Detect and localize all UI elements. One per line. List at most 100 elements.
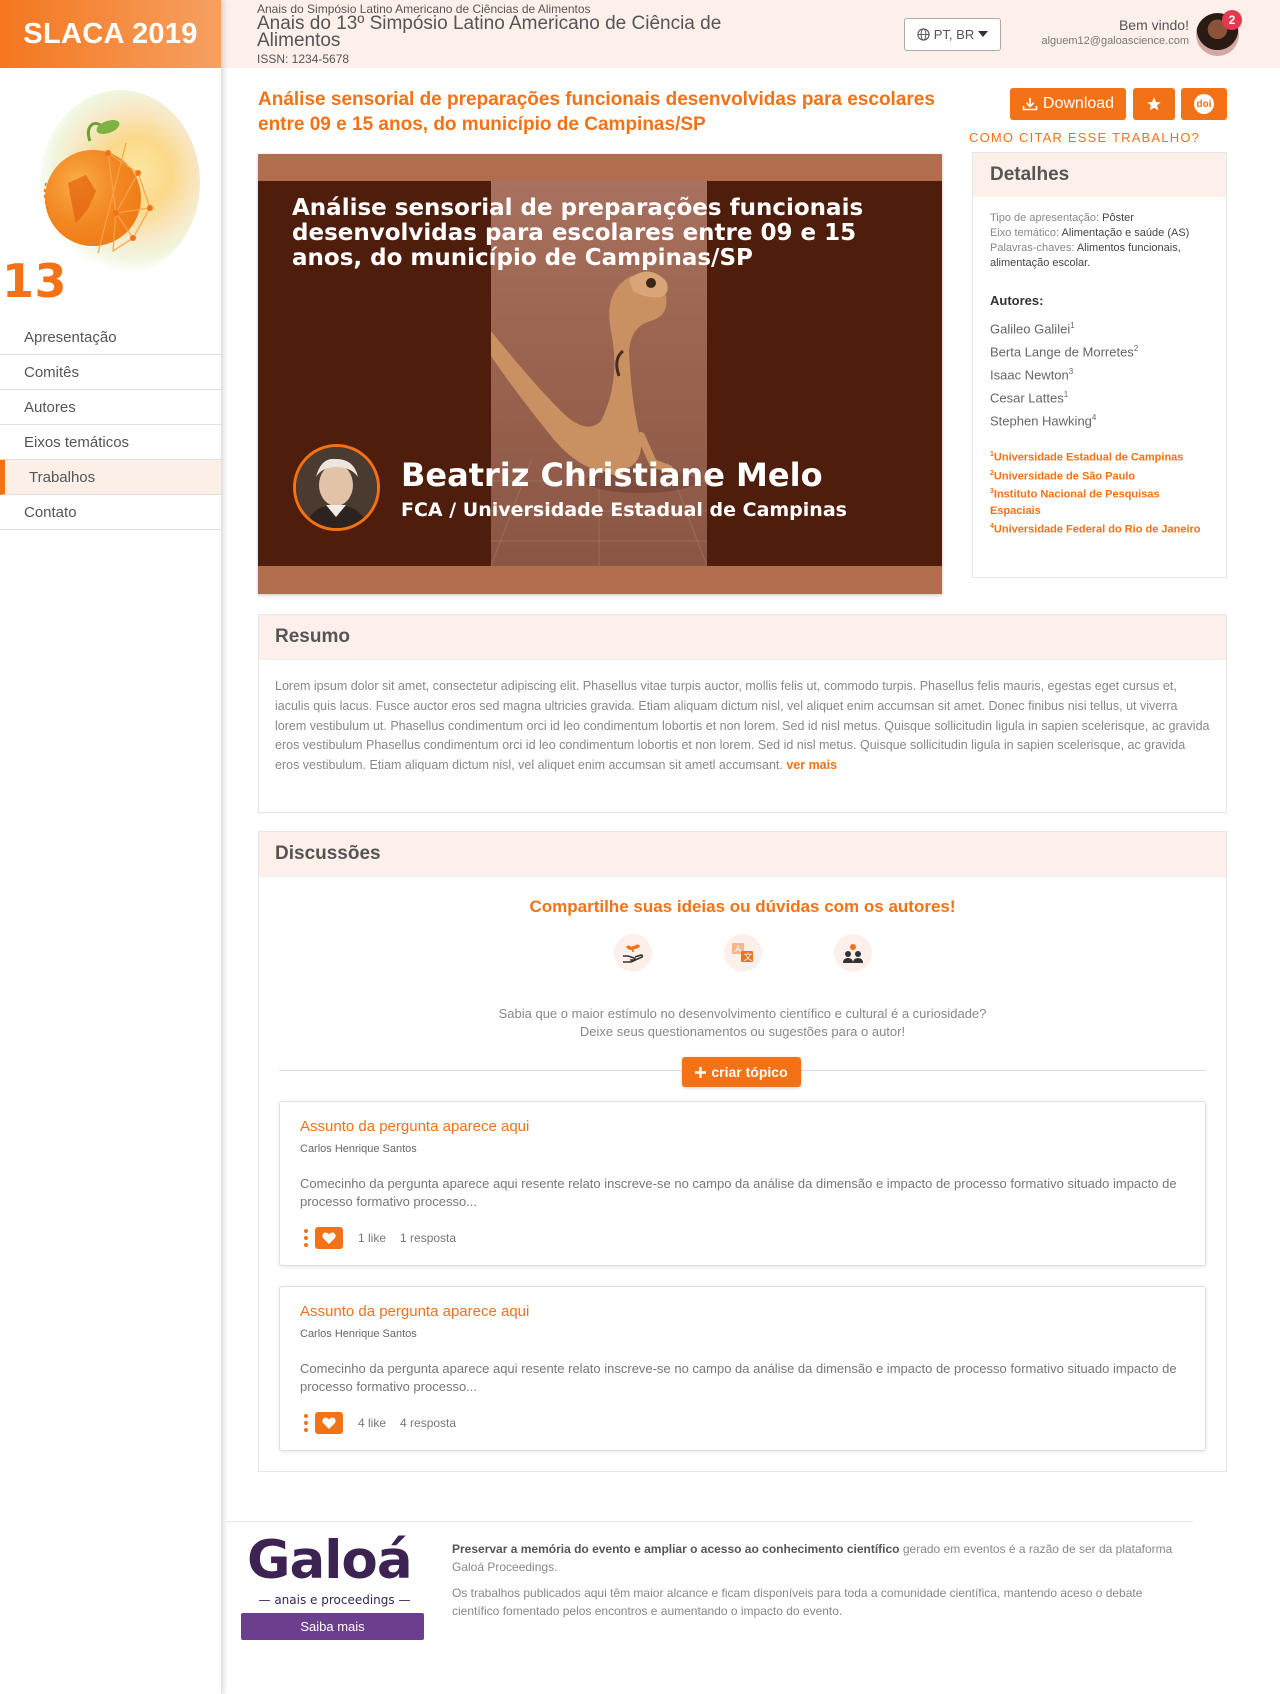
topic-title[interactable]: Assunto da pergunta aparece aqui: [300, 1118, 529, 1135]
orange-globe-icon: [43, 120, 153, 254]
topic-body: Comecinho da pergunta aparece aqui resen…: [300, 1176, 1177, 1209]
notification-badge[interactable]: 2: [1222, 10, 1242, 30]
poster-viewer[interactable]: Análise sensorial de preparações funcion…: [258, 154, 942, 594]
footer-paragraph-2: Os trabalhos publicados aqui têm maior a…: [452, 1586, 1143, 1618]
like-button[interactable]: [315, 1412, 343, 1434]
nav-item-comites[interactable]: Comitês: [0, 355, 221, 390]
type-label: Tipo de apresentação:: [990, 212, 1100, 224]
globe-icon: [917, 28, 930, 41]
discussions-subtext: Sabia que o maior estímulo no desenvolvi…: [259, 1005, 1226, 1041]
hand-plant-icon: [613, 934, 652, 972]
like-count: 1 like: [358, 1231, 387, 1245]
doi-icon: doi: [1194, 94, 1214, 114]
favorite-button[interactable]: [1133, 88, 1175, 120]
reply-count[interactable]: 1 resposta: [400, 1231, 456, 1245]
presenter-portrait: [296, 447, 377, 528]
topic-author: Carlos Henrique Santos: [300, 1143, 417, 1155]
like-count: 4 like: [358, 1416, 387, 1430]
discussions-heading: Discussões: [259, 832, 1226, 877]
topic-card[interactable]: Assunto da pergunta aparece aqui Carlos …: [279, 1286, 1206, 1451]
user-email: alguem12@galoascience.com: [1041, 35, 1189, 47]
nav-item-trabalhos[interactable]: Trabalhos: [0, 460, 221, 495]
sidebar: SLACA 2019 13 SLACA Apresentação Comitês…: [0, 0, 221, 1694]
star-icon: [1147, 97, 1161, 111]
heart-icon: [322, 1417, 336, 1429]
discussions-cta: Compartilhe suas ideias ou dúvidas com o…: [529, 897, 956, 916]
poster-bottom-bar: [258, 566, 942, 594]
galoa-logo-sub: — anais e proceedings —: [258, 1593, 411, 1607]
nav-item-contato[interactable]: Contato: [0, 495, 221, 530]
main-nav: Apresentação Comitês Autores Eixos temát…: [0, 320, 221, 530]
topic-card[interactable]: Assunto da pergunta aparece aqui Carlos …: [279, 1101, 1206, 1266]
language-value: PT, BR: [933, 27, 975, 42]
language-selector[interactable]: PT, BR: [904, 18, 1001, 51]
poster-top-bar: [258, 154, 942, 181]
download-button[interactable]: Download: [1010, 88, 1126, 120]
svg-text:文: 文: [743, 951, 752, 963]
discussions-sub-line1: Sabia que o maior estímulo no desenvolvi…: [498, 1006, 987, 1021]
more-options-icon[interactable]: [300, 1413, 312, 1434]
plus-icon: [695, 1066, 707, 1078]
details-card: Detalhes Tipo de apresentação: Pôster Ei…: [972, 152, 1227, 578]
nav-item-apresentacao[interactable]: Apresentação: [0, 320, 221, 355]
institution-item: 2Universidade de São Paulo: [990, 469, 1136, 483]
nav-item-autores[interactable]: Autores: [0, 390, 221, 425]
topic-actions: 4 like 4 resposta: [300, 1412, 456, 1434]
topic-body: Comecinho da pergunta aparece aqui resen…: [300, 1361, 1177, 1394]
svg-text:A: A: [735, 945, 742, 955]
welcome-text: Bem vindo!: [1118, 17, 1189, 33]
doi-button[interactable]: doi: [1181, 88, 1227, 120]
presenter-affiliation: FCA / Universidade Estadual de Campinas: [401, 499, 847, 521]
create-topic-button[interactable]: criar tópico: [682, 1057, 801, 1087]
poster-title: Análise sensorial de preparações funcion…: [292, 195, 864, 271]
topic-actions: 1 like 1 resposta: [300, 1227, 456, 1249]
institution-item: 1Universidade Estadual de Campinas: [990, 451, 1184, 464]
details-heading: Detalhes: [973, 153, 1226, 197]
author-item[interactable]: Stephen Hawking4: [990, 406, 1209, 429]
people-icon: [833, 934, 872, 972]
abstract-panel: Resumo Lorem ipsum dolor sit amet, conse…: [258, 614, 1227, 813]
more-options-icon[interactable]: [300, 1228, 312, 1249]
authors-list: Galileo Galilei1 Berta Lange de Morretes…: [973, 308, 1226, 429]
event-logo: 13 SLACA: [0, 68, 221, 310]
authors-heading: Autores:: [990, 293, 1044, 308]
footer-divider: [227, 1521, 1193, 1522]
details-meta: Tipo de apresentação: Pôster Eixo temáti…: [973, 197, 1226, 271]
author-item[interactable]: Cesar Lattes1: [990, 383, 1209, 406]
topic-title[interactable]: Assunto da pergunta aparece aqui: [300, 1303, 529, 1320]
institutions-list: 1Universidade Estadual de Campinas 2Univ…: [973, 429, 1226, 538]
top-header: Anais do Simpósio Latino Americano de Ci…: [221, 0, 1280, 68]
institution-item: 3Instituto Nacional de Pesquisas Espacia…: [990, 488, 1160, 517]
nav-item-eixos[interactable]: Eixos temáticos: [0, 425, 221, 460]
translate-icon: A文: [723, 934, 762, 972]
cite-link[interactable]: COMO CITAR ESSE TRABALHO?: [969, 130, 1200, 145]
discussions-panel: Discussões Compartilhe suas ideias ou dú…: [258, 831, 1227, 1472]
footer-text: Preservar a memória do evento e ampliar …: [452, 1540, 1177, 1620]
like-button[interactable]: [315, 1227, 343, 1249]
issn: ISSN: 1234-5678: [257, 52, 350, 66]
author-item[interactable]: Isaac Newton3: [990, 360, 1209, 383]
abstract-heading: Resumo: [259, 615, 1226, 660]
paper-title: Análise sensorial de preparações funcion…: [258, 89, 935, 135]
keywords-label: Palavras-chaves:: [990, 242, 1075, 254]
proceedings-title: Anais do 13º Simpósio Latino Americano d…: [257, 13, 722, 51]
learn-more-button[interactable]: Saiba mais: [241, 1613, 424, 1640]
author-item[interactable]: Berta Lange de Morretes2: [990, 337, 1209, 360]
heart-icon: [322, 1232, 336, 1244]
axis-label: Eixo temático:: [990, 227, 1060, 239]
galoa-logo: Galoá: [247, 1530, 413, 1591]
footer-paragraph-1: Preservar a memória do evento e ampliar …: [452, 1542, 1173, 1574]
brand-title[interactable]: SLACA 2019: [0, 0, 221, 68]
caret-down-icon: [978, 31, 989, 37]
reply-count[interactable]: 4 resposta: [400, 1416, 456, 1430]
discussions-sub-line2: Deixe seus questionamentos ou sugestões …: [579, 1024, 906, 1039]
axis-value: Alimentação e saúde (AS): [1061, 227, 1190, 239]
download-label: Download: [1042, 95, 1115, 112]
abstract-text: Lorem ipsum dolor sit amet, consectetur …: [259, 660, 1226, 776]
read-more-link[interactable]: ver mais: [786, 758, 837, 772]
author-item[interactable]: Galileo Galilei1: [990, 314, 1209, 337]
discussion-icons: A文: [259, 934, 1226, 972]
type-value: Pôster: [1102, 212, 1134, 224]
abstract-body: Lorem ipsum dolor sit amet, consectetur …: [275, 679, 1210, 773]
logo-text: 13 SLACA: [2, 254, 171, 310]
